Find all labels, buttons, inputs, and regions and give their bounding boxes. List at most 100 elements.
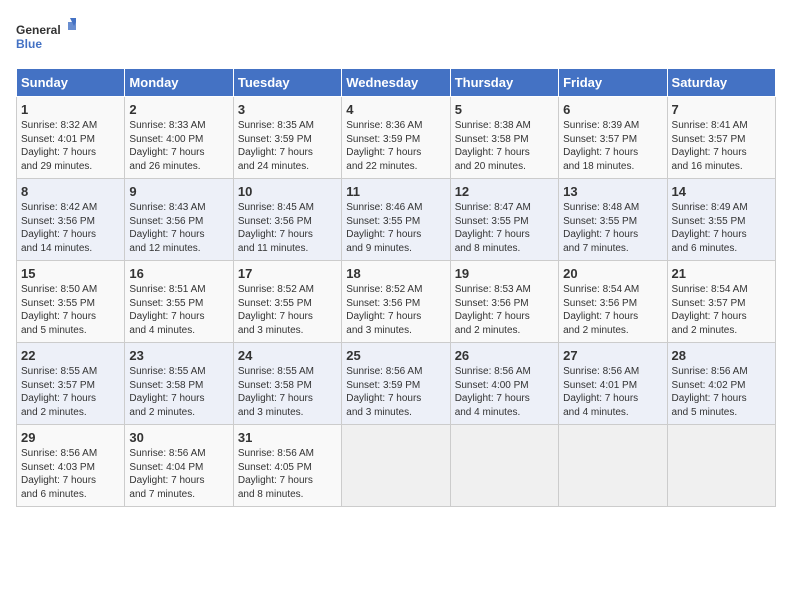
day-number: 7: [672, 102, 771, 117]
logo: General Blue: [16, 16, 76, 56]
day-number: 31: [238, 430, 337, 445]
day-info: Sunrise: 8:47 AM Sunset: 3:55 PM Dayligh…: [455, 201, 554, 255]
day-info: Sunrise: 8:39 AM Sunset: 3:57 PM Dayligh…: [563, 119, 662, 173]
calendar-cell: [667, 425, 775, 507]
calendar-cell: 9 Sunrise: 8:43 AM Sunset: 3:56 PM Daylig…: [125, 179, 233, 261]
calendar-cell: 21Sunrise: 8:54 AM Sunset: 3:57 PM Dayli…: [667, 261, 775, 343]
day-number: 9: [129, 184, 228, 199]
calendar-cell: 11 Sunrise: 8:46 AM Sunset: 3:55 PM Dayli…: [342, 179, 450, 261]
calendar-week-row: 1Sunrise: 8:32 AM Sunset: 4:01 PM Daylig…: [17, 97, 776, 179]
calendar-cell: 26Sunrise: 8:56 AM Sunset: 4:00 PM Dayli…: [450, 343, 558, 425]
day-number: 20: [563, 266, 662, 281]
day-info: Sunrise: 8:56 AM Sunset: 4:00 PM Dayligh…: [455, 365, 554, 419]
calendar-cell: 5 Sunrise: 8:38 AM Sunset: 3:58 PM Daylig…: [450, 97, 558, 179]
day-info: Sunrise: 8:48 AM Sunset: 3:55 PM Dayligh…: [563, 201, 662, 255]
day-number: 16: [129, 266, 228, 281]
day-info: Sunrise: 8:56 AM Sunset: 4:04 PM Dayligh…: [129, 447, 228, 501]
calendar-week-row: 15 Sunrise: 8:50 AM Sunset: 3:55 PM Dayli…: [17, 261, 776, 343]
svg-text:Blue: Blue: [16, 37, 42, 51]
day-number: 25: [346, 348, 445, 363]
day-info: Sunrise: 8:56 AM Sunset: 3:59 PM Dayligh…: [346, 365, 445, 419]
day-number: 10: [238, 184, 337, 199]
day-info: Sunrise: 8:54 AM Sunset: 3:56 PM Dayligh…: [563, 283, 662, 337]
calendar-cell: 3 Sunrise: 8:35 AM Sunset: 3:59 PM Daylig…: [233, 97, 341, 179]
day-info: Sunrise: 8:43 AM Sunset: 3:56 PM Dayligh…: [129, 201, 228, 255]
day-info: Sunrise: 8:33 AM Sunset: 4:00 PM Dayligh…: [129, 119, 228, 173]
day-number: 13: [563, 184, 662, 199]
day-info: Sunrise: 8:56 AM Sunset: 4:05 PM Dayligh…: [238, 447, 337, 501]
day-info: Sunrise: 8:45 AM Sunset: 3:56 PM Dayligh…: [238, 201, 337, 255]
calendar-cell: 14 Sunrise: 8:49 AM Sunset: 3:55 PM Dayli…: [667, 179, 775, 261]
day-info: Sunrise: 8:55 AM Sunset: 3:57 PM Dayligh…: [21, 365, 120, 419]
weekday-header-row: SundayMondayTuesdayWednesdayThursdayFrid…: [17, 69, 776, 97]
calendar-cell: 17 Sunrise: 8:52 AM Sunset: 3:55 PM Dayli…: [233, 261, 341, 343]
day-number: 14: [672, 184, 771, 199]
calendar-cell: 19 Sunrise: 8:53 AM Sunset: 3:56 PM Dayli…: [450, 261, 558, 343]
day-number: 27: [563, 348, 662, 363]
day-number: 3: [238, 102, 337, 117]
day-info: Sunrise: 8:38 AM Sunset: 3:58 PM Dayligh…: [455, 119, 554, 173]
calendar-cell: 6Sunrise: 8:39 AM Sunset: 3:57 PM Daylig…: [559, 97, 667, 179]
day-number: 30: [129, 430, 228, 445]
day-number: 18: [346, 266, 445, 281]
day-info: Sunrise: 8:50 AM Sunset: 3:55 PM Dayligh…: [21, 283, 120, 337]
calendar-cell: 7 Sunrise: 8:41 AM Sunset: 3:57 PM Daylig…: [667, 97, 775, 179]
day-info: Sunrise: 8:41 AM Sunset: 3:57 PM Dayligh…: [672, 119, 771, 173]
page-header: General Blue: [16, 16, 776, 56]
day-info: Sunrise: 8:52 AM Sunset: 3:56 PM Dayligh…: [346, 283, 445, 337]
weekday-header: Tuesday: [233, 69, 341, 97]
day-info: Sunrise: 8:55 AM Sunset: 3:58 PM Dayligh…: [129, 365, 228, 419]
day-number: 22: [21, 348, 120, 363]
day-info: Sunrise: 8:53 AM Sunset: 3:56 PM Dayligh…: [455, 283, 554, 337]
weekday-header: Friday: [559, 69, 667, 97]
day-number: 19: [455, 266, 554, 281]
day-info: Sunrise: 8:32 AM Sunset: 4:01 PM Dayligh…: [21, 119, 120, 173]
day-info: Sunrise: 8:35 AM Sunset: 3:59 PM Dayligh…: [238, 119, 337, 173]
day-number: 24: [238, 348, 337, 363]
calendar-cell: 22 Sunrise: 8:55 AM Sunset: 3:57 PM Dayli…: [17, 343, 125, 425]
day-number: 2: [129, 102, 228, 117]
calendar-week-row: 29Sunrise: 8:56 AM Sunset: 4:03 PM Dayli…: [17, 425, 776, 507]
calendar-cell: [342, 425, 450, 507]
calendar-cell: 18 Sunrise: 8:52 AM Sunset: 3:56 PM Dayli…: [342, 261, 450, 343]
calendar-cell: 30 Sunrise: 8:56 AM Sunset: 4:04 PM Dayli…: [125, 425, 233, 507]
calendar-cell: 2 Sunrise: 8:33 AM Sunset: 4:00 PM Daylig…: [125, 97, 233, 179]
day-number: 4: [346, 102, 445, 117]
day-info: Sunrise: 8:51 AM Sunset: 3:55 PM Dayligh…: [129, 283, 228, 337]
day-info: Sunrise: 8:56 AM Sunset: 4:03 PM Dayligh…: [21, 447, 120, 501]
day-info: Sunrise: 8:55 AM Sunset: 3:58 PM Dayligh…: [238, 365, 337, 419]
day-number: 23: [129, 348, 228, 363]
calendar-cell: 27 Sunrise: 8:56 AM Sunset: 4:01 PM Dayli…: [559, 343, 667, 425]
weekday-header: Monday: [125, 69, 233, 97]
calendar-cell: 13 Sunrise: 8:48 AM Sunset: 3:55 PM Dayli…: [559, 179, 667, 261]
day-number: 17: [238, 266, 337, 281]
day-info: Sunrise: 8:36 AM Sunset: 3:59 PM Dayligh…: [346, 119, 445, 173]
calendar-cell: 1Sunrise: 8:32 AM Sunset: 4:01 PM Daylig…: [17, 97, 125, 179]
calendar-table: SundayMondayTuesdayWednesdayThursdayFrid…: [16, 68, 776, 507]
calendar-week-row: 8 Sunrise: 8:42 AM Sunset: 3:56 PM Daylig…: [17, 179, 776, 261]
day-info: Sunrise: 8:49 AM Sunset: 3:55 PM Dayligh…: [672, 201, 771, 255]
calendar-cell: 10 Sunrise: 8:45 AM Sunset: 3:56 PM Dayli…: [233, 179, 341, 261]
calendar-cell: 20 Sunrise: 8:54 AM Sunset: 3:56 PM Dayli…: [559, 261, 667, 343]
calendar-cell: 12Sunrise: 8:47 AM Sunset: 3:55 PM Dayli…: [450, 179, 558, 261]
day-info: Sunrise: 8:46 AM Sunset: 3:55 PM Dayligh…: [346, 201, 445, 255]
day-info: Sunrise: 8:42 AM Sunset: 3:56 PM Dayligh…: [21, 201, 120, 255]
day-number: 11: [346, 184, 445, 199]
weekday-header: Saturday: [667, 69, 775, 97]
calendar-cell: [450, 425, 558, 507]
calendar-cell: 8 Sunrise: 8:42 AM Sunset: 3:56 PM Daylig…: [17, 179, 125, 261]
day-info: Sunrise: 8:52 AM Sunset: 3:55 PM Dayligh…: [238, 283, 337, 337]
weekday-header: Wednesday: [342, 69, 450, 97]
day-number: 15: [21, 266, 120, 281]
day-info: Sunrise: 8:56 AM Sunset: 4:01 PM Dayligh…: [563, 365, 662, 419]
calendar-cell: 16 Sunrise: 8:51 AM Sunset: 3:55 PM Dayli…: [125, 261, 233, 343]
calendar-cell: 4 Sunrise: 8:36 AM Sunset: 3:59 PM Daylig…: [342, 97, 450, 179]
calendar-cell: 15 Sunrise: 8:50 AM Sunset: 3:55 PM Dayli…: [17, 261, 125, 343]
calendar-cell: [559, 425, 667, 507]
calendar-cell: 29Sunrise: 8:56 AM Sunset: 4:03 PM Dayli…: [17, 425, 125, 507]
calendar-cell: 28Sunrise: 8:56 AM Sunset: 4:02 PM Dayli…: [667, 343, 775, 425]
day-number: 5: [455, 102, 554, 117]
day-number: 8: [21, 184, 120, 199]
calendar-week-row: 22 Sunrise: 8:55 AM Sunset: 3:57 PM Dayli…: [17, 343, 776, 425]
day-number: 21: [672, 266, 771, 281]
